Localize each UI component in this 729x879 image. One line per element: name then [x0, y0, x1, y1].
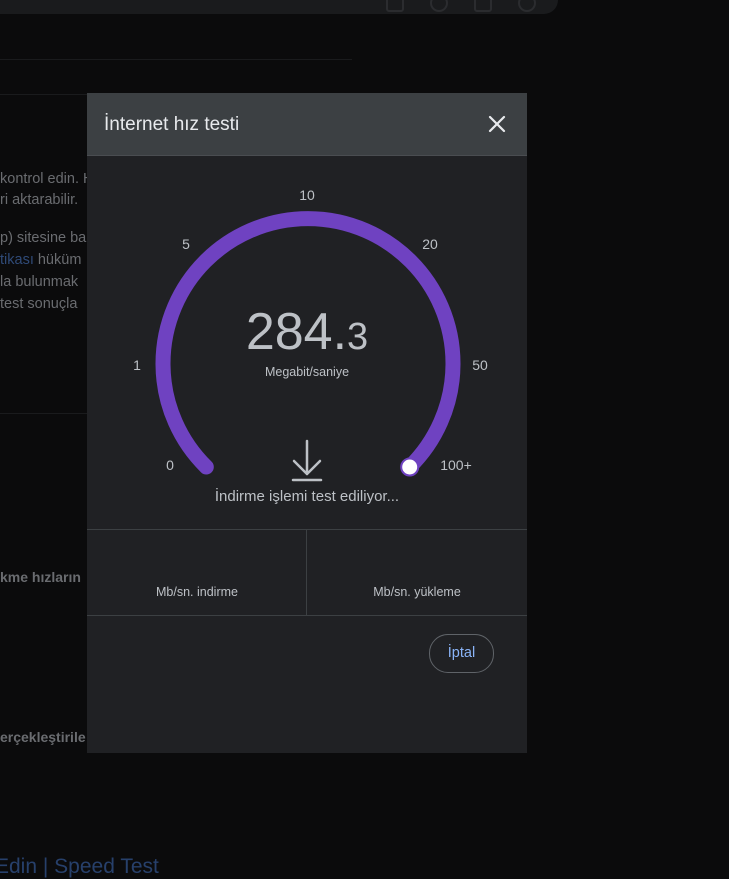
speed-value-decimal: 3 [347, 316, 369, 358]
metrics-divider [306, 530, 307, 615]
gauge-needle-knob [400, 457, 420, 477]
cancel-button[interactable]: İptal [429, 634, 494, 673]
speed-value: 284.3 [87, 302, 527, 362]
browser-top-bar [0, 0, 558, 14]
background-divider [0, 59, 352, 60]
gauge-tick-label: 10 [299, 187, 315, 203]
background-link[interactable]: tikası [0, 252, 34, 268]
speed-value-integer: 284. [245, 303, 348, 361]
section-divider [87, 529, 527, 530]
background-bold-text: erçekleştirile [0, 729, 86, 745]
background-text: ri aktarabilir. [0, 192, 79, 208]
gauge-tick-label: 0 [166, 457, 174, 473]
background-divider [0, 413, 87, 414]
gauge-tick-label: 100+ [440, 457, 472, 473]
dialog-header: İnternet hız testi [87, 93, 527, 156]
background-result-heading[interactable]: Edin | Speed Test [0, 855, 159, 879]
close-icon [488, 115, 506, 133]
close-button[interactable] [483, 110, 511, 138]
gauge-tick-label: 5 [182, 236, 190, 252]
section-divider [87, 615, 527, 616]
background-text: hüküm [33, 252, 82, 268]
mic-icon [430, 0, 448, 12]
background-divider [0, 94, 87, 95]
lens-icon [474, 0, 492, 12]
speed-unit: Megabit/saniye [264, 365, 350, 379]
gauge-tick-label: 20 [422, 236, 438, 252]
dialog-title: İnternet hız testi [104, 114, 240, 135]
background-text: test sonuçla [0, 296, 78, 312]
background-text: kontrol edin. H [0, 171, 94, 187]
speed-test-dialog: İnternet hız testi 0 1 5 10 20 50 100+ 2… [87, 93, 527, 753]
search-icon [518, 0, 536, 12]
image-icon [386, 0, 404, 12]
background-text: p) sitesine ba [0, 230, 87, 246]
download-metric-label: Mb/sn. indirme [156, 585, 238, 599]
background-bold-text: kme hızların [0, 569, 81, 585]
background-text-row: tikası hüküm [0, 252, 81, 268]
test-status: İndirme işlemi test ediliyor... [214, 488, 400, 505]
background-text: la bulunmak [0, 274, 79, 290]
download-arrow-icon [291, 439, 323, 482]
upload-metric-label: Mb/sn. yükleme [373, 585, 461, 599]
